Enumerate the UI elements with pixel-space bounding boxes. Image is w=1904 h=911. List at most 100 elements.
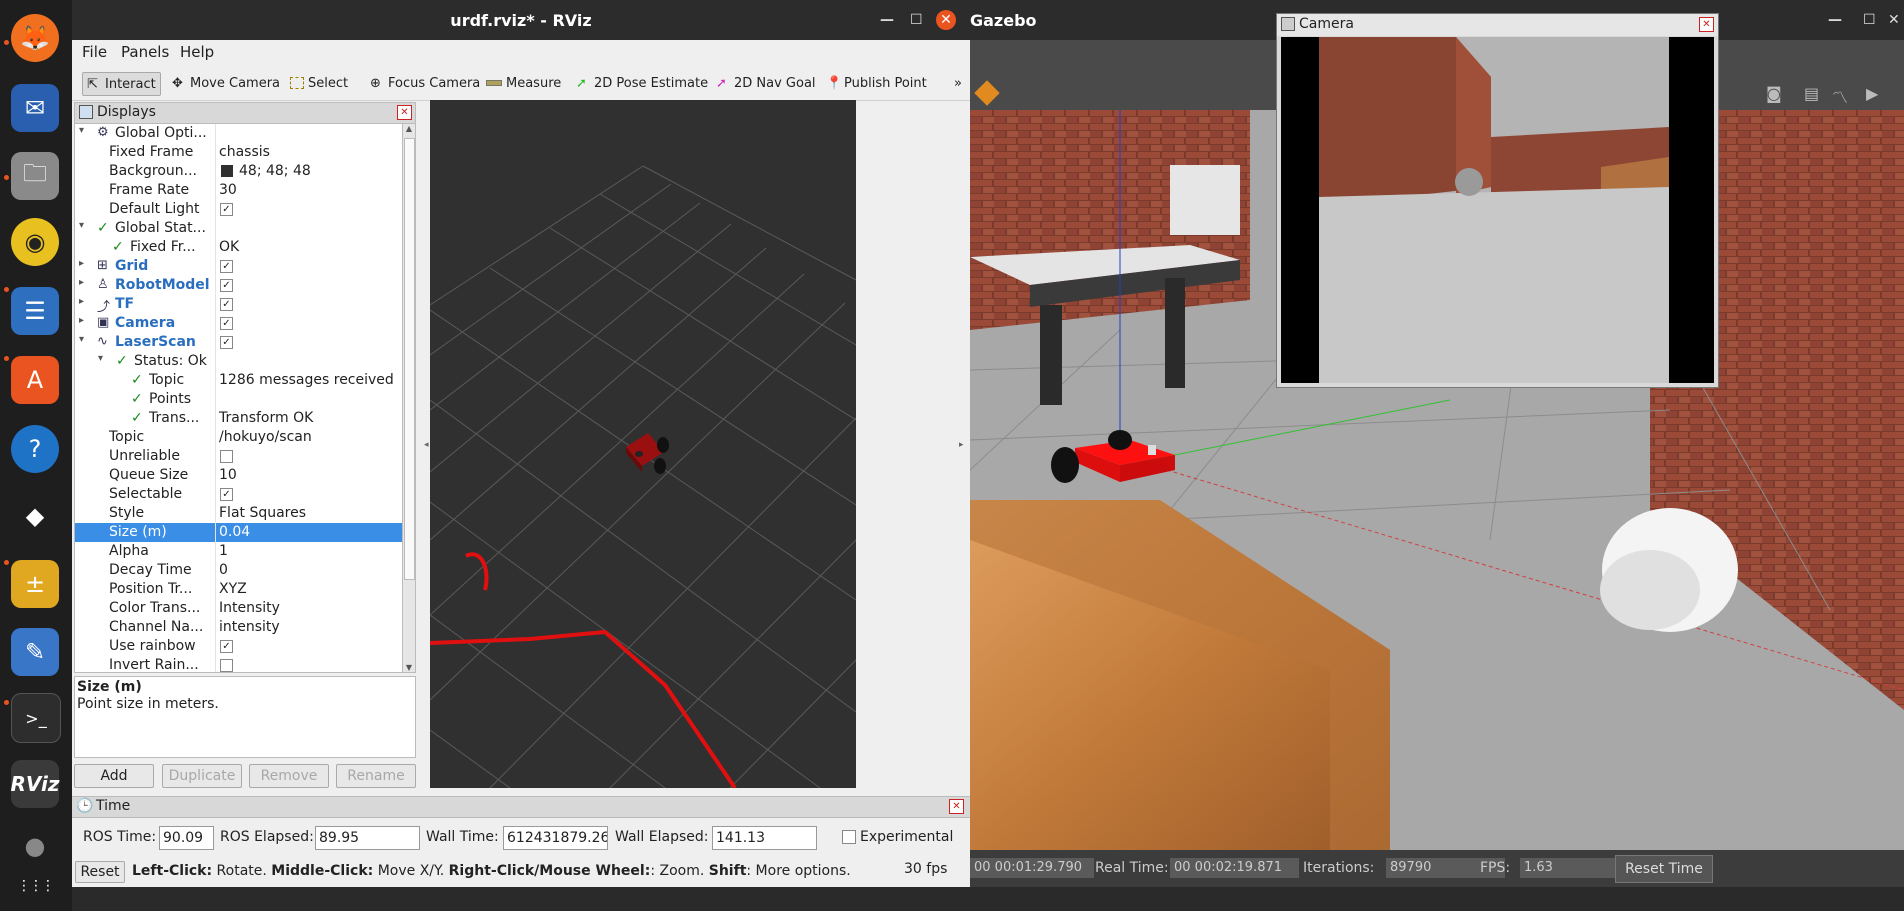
- thunderbird-icon[interactable]: ✉: [11, 84, 59, 132]
- tree-row[interactable]: Position Tr... XYZ: [75, 580, 403, 599]
- property-checkbox[interactable]: ✓: [220, 488, 233, 501]
- rhythmbox-icon[interactable]: ◉: [11, 218, 59, 266]
- property-value[interactable]: 1: [219, 543, 228, 559]
- tree-row[interactable]: Queue Size 10: [75, 466, 403, 485]
- property-checkbox[interactable]: ✓: [220, 298, 233, 311]
- expand-closed-icon[interactable]: ▸: [79, 315, 84, 326]
- menu-panels[interactable]: Panels: [121, 43, 169, 61]
- tree-row[interactable]: ✓ Points: [75, 390, 403, 409]
- tree-row[interactable]: ▸ ▣ Camera ✓: [75, 314, 403, 333]
- experimental-checkbox[interactable]: [842, 830, 856, 844]
- property-value[interactable]: intensity: [219, 619, 280, 635]
- collapse-right-icon[interactable]: ▸: [959, 440, 964, 450]
- tree-row[interactable]: Default Light ✓: [75, 200, 403, 219]
- terminal-icon[interactable]: >_: [11, 693, 61, 743]
- cube-tool-icon[interactable]: [974, 80, 1000, 106]
- tree-row[interactable]: ▸ ⤴ TF ✓: [75, 295, 403, 315]
- property-value[interactable]: 1286 messages received: [219, 372, 394, 388]
- tree-row[interactable]: Use rainbow ✓: [75, 637, 403, 656]
- property-value[interactable]: 0: [219, 562, 228, 578]
- scroll-down-icon[interactable]: ▼: [404, 663, 414, 672]
- tree-row[interactable]: Frame Rate 30: [75, 181, 403, 200]
- toolbar-overflow-button[interactable]: »: [950, 72, 966, 94]
- remove-button[interactable]: Remove: [249, 764, 329, 788]
- ros-elapsed-field[interactable]: 89.95: [315, 826, 420, 850]
- tree-row[interactable]: Color Trans... Intensity: [75, 599, 403, 618]
- expand-open-icon[interactable]: ▾: [79, 334, 84, 345]
- panel-close-icon[interactable]: ✕: [949, 799, 964, 814]
- rviz-3d-view[interactable]: [429, 100, 857, 790]
- tree-row[interactable]: ▾ ∿ LaserScan ✓: [75, 333, 403, 352]
- tree-row[interactable]: Invert Rain...: [75, 656, 403, 672]
- tree-row[interactable]: Style Flat Squares: [75, 504, 403, 523]
- property-checkbox[interactable]: [220, 659, 233, 672]
- tool-move-camera[interactable]: ✥ Move Camera: [168, 72, 284, 94]
- property-value[interactable]: 30: [219, 182, 237, 198]
- expand-open-icon[interactable]: ▾: [79, 220, 84, 231]
- property-value[interactable]: /hokuyo/scan: [219, 429, 312, 445]
- property-checkbox[interactable]: [220, 450, 233, 463]
- property-value[interactable]: 10: [219, 467, 237, 483]
- expand-closed-icon[interactable]: ▸: [79, 277, 84, 288]
- log-icon[interactable]: ▤: [1804, 84, 1819, 103]
- tree-row[interactable]: Unreliable: [75, 447, 403, 466]
- expand-open-icon[interactable]: ▾: [98, 353, 103, 364]
- duplicate-button[interactable]: Duplicate: [162, 764, 242, 788]
- calculator-icon[interactable]: ±: [11, 560, 59, 608]
- tool-2d-pose-estimate[interactable]: ➚ 2D Pose Estimate: [572, 72, 712, 94]
- reset-time-button[interactable]: Reset Time: [1615, 855, 1713, 883]
- collapse-left-icon[interactable]: ◂: [424, 440, 429, 450]
- property-checkbox[interactable]: ✓: [220, 317, 233, 330]
- software-icon[interactable]: A: [11, 356, 59, 404]
- property-value[interactable]: chassis: [219, 144, 270, 160]
- property-value[interactable]: Flat Squares: [219, 505, 306, 521]
- minimize-icon[interactable]: —: [1828, 12, 1842, 28]
- wall-time-field[interactable]: 612431879.26: [503, 826, 608, 850]
- firefox-icon[interactable]: 🦊: [11, 14, 59, 62]
- tree-row[interactable]: ✓ Fixed Fr... OK: [75, 238, 403, 257]
- files-icon[interactable]: 🗀: [11, 152, 59, 200]
- tree-row[interactable]: Alpha 1: [75, 542, 403, 561]
- property-checkbox[interactable]: ✓: [220, 260, 233, 273]
- rename-button[interactable]: Rename: [336, 764, 416, 788]
- property-checkbox[interactable]: ✓: [220, 640, 233, 653]
- tool-measure[interactable]: Measure: [482, 72, 565, 94]
- show-apps-icon[interactable]: ⋮⋮⋮: [11, 862, 59, 910]
- tree-row[interactable]: ✓ Trans... Transform OK: [75, 409, 403, 428]
- scroll-up-icon[interactable]: ▲: [404, 124, 414, 133]
- close-icon[interactable]: ✕: [936, 10, 956, 30]
- panel-close-icon[interactable]: ✕: [397, 105, 412, 120]
- close-icon[interactable]: ✕: [1888, 12, 1900, 28]
- property-value[interactable]: XYZ: [219, 581, 247, 597]
- tree-row[interactable]: Backgroun... 48; 48; 48: [75, 162, 403, 181]
- expand-open-icon[interactable]: ▾: [79, 125, 84, 136]
- tree-row[interactable]: Channel Na... intensity: [75, 618, 403, 637]
- tool-2d-nav-goal[interactable]: ➚ 2D Nav Goal: [712, 72, 820, 94]
- property-value[interactable]: Transform OK: [219, 410, 313, 426]
- screenshot-icon[interactable]: ◙: [1766, 84, 1782, 103]
- menu-help[interactable]: Help: [180, 43, 214, 61]
- tool-focus-camera[interactable]: ⊕ Focus Camera: [366, 72, 484, 94]
- tree-row[interactable]: ▸ ♙ RobotModel ✓: [75, 276, 403, 295]
- property-checkbox[interactable]: ✓: [220, 203, 233, 216]
- property-value[interactable]: 0.04: [219, 524, 250, 540]
- add-button[interactable]: Add: [74, 764, 154, 788]
- menu-file[interactable]: File: [82, 43, 107, 61]
- property-value[interactable]: OK: [219, 239, 239, 255]
- tree-row[interactable]: Topic/hokuyo/scan: [75, 428, 403, 447]
- ros-time-field[interactable]: 90.09: [159, 826, 214, 850]
- camera-close-icon[interactable]: ✕: [1699, 17, 1714, 32]
- tree-row[interactable]: Fixed Frame chassis: [75, 143, 403, 162]
- tree-row[interactable]: ▾ ✓ Status: Ok: [75, 352, 403, 371]
- rviz-icon[interactable]: RViz: [10, 760, 60, 808]
- video-icon[interactable]: ▶: [1866, 84, 1878, 103]
- tree-row[interactable]: Selectable ✓: [75, 485, 403, 504]
- tree-row[interactable]: ✓ Topic 1286 messages received: [75, 371, 403, 390]
- tree-row[interactable]: Decay Time 0: [75, 561, 403, 580]
- tree-row[interactable]: ▾ ✓ Global Stat...: [75, 219, 403, 238]
- plot-icon[interactable]: 〽: [1832, 84, 1848, 108]
- tree-row[interactable]: ▾ ⚙ Global Opti...: [75, 124, 403, 143]
- maximize-icon[interactable]: ☐: [910, 12, 923, 28]
- property-value[interactable]: 48; 48; 48: [239, 163, 311, 179]
- property-value[interactable]: Intensity: [219, 600, 280, 616]
